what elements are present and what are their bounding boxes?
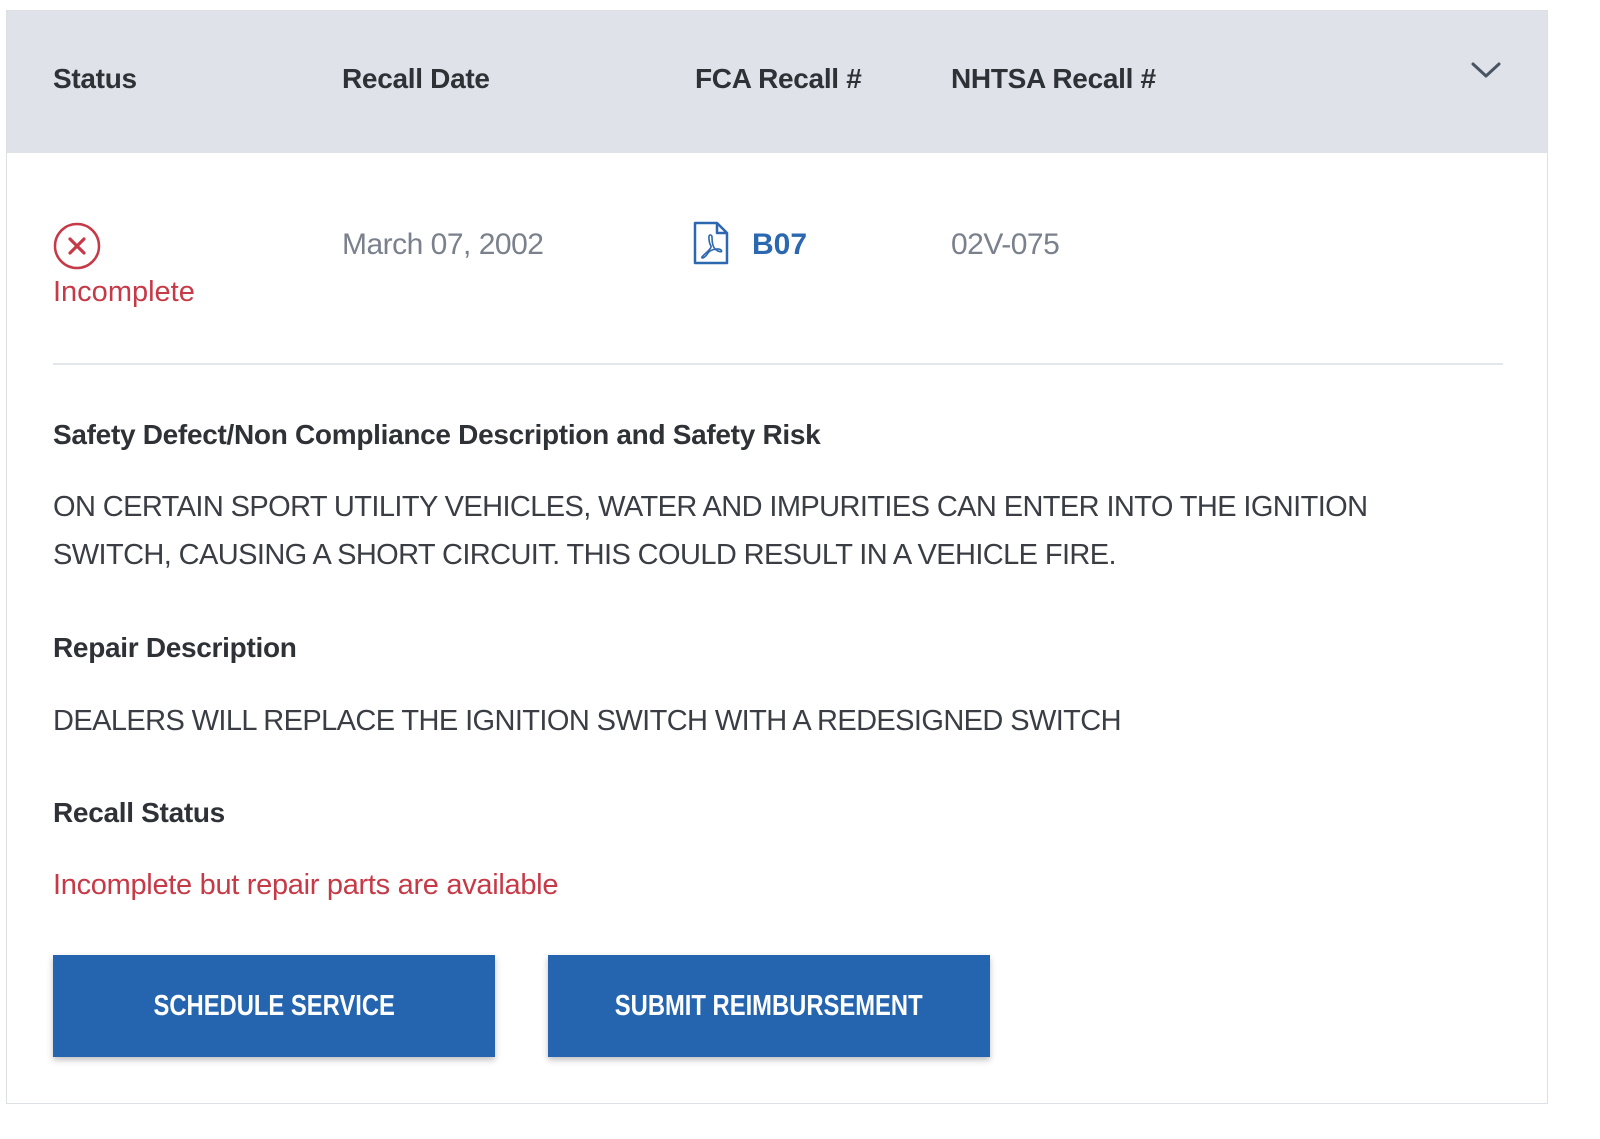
schedule-service-label: SCHEDULE SERVICE xyxy=(153,989,395,1022)
x-circle-icon xyxy=(53,222,101,270)
recall-status-title: Recall Status xyxy=(53,797,225,828)
pdf-icon[interactable] xyxy=(693,221,729,265)
defect-section-title: Safety Defect/Non Compliance Description… xyxy=(53,419,821,450)
submit-reimbursement-label: SUBMIT REIMBURSEMENT xyxy=(615,989,923,1022)
row-divider xyxy=(53,363,1503,365)
recall-status-text: Incomplete but repair parts are availabl… xyxy=(53,869,559,901)
chevron-down-icon[interactable] xyxy=(1469,59,1503,81)
schedule-service-button[interactable]: SCHEDULE SERVICE xyxy=(53,955,495,1057)
fca-recall-link[interactable]: B07 xyxy=(752,228,807,262)
repair-description: DEALERS WILL REPLACE THE IGNITION SWITCH… xyxy=(53,705,1122,737)
header-status: Status xyxy=(53,63,137,94)
header-nhtsa-recall: NHTSA Recall # xyxy=(951,63,1156,94)
header-recall-date: Recall Date xyxy=(342,63,490,94)
header-fca-recall: FCA Recall # xyxy=(695,63,862,94)
recall-card: Status Recall Date FCA Recall # NHTSA Re… xyxy=(6,10,1548,1104)
submit-reimbursement-button[interactable]: SUBMIT REIMBURSEMENT xyxy=(548,955,990,1057)
recall-date-value: March 07, 2002 xyxy=(342,228,544,261)
recall-table-header: Status Recall Date FCA Recall # NHTSA Re… xyxy=(7,11,1547,153)
repair-section-title: Repair Description xyxy=(53,632,297,663)
nhtsa-recall-value: 02V-075 xyxy=(951,228,1060,261)
recall-status-label: Incomplete xyxy=(53,276,195,308)
defect-description: ON CERTAIN SPORT UTILITY VEHICLES, WATER… xyxy=(53,491,1368,571)
